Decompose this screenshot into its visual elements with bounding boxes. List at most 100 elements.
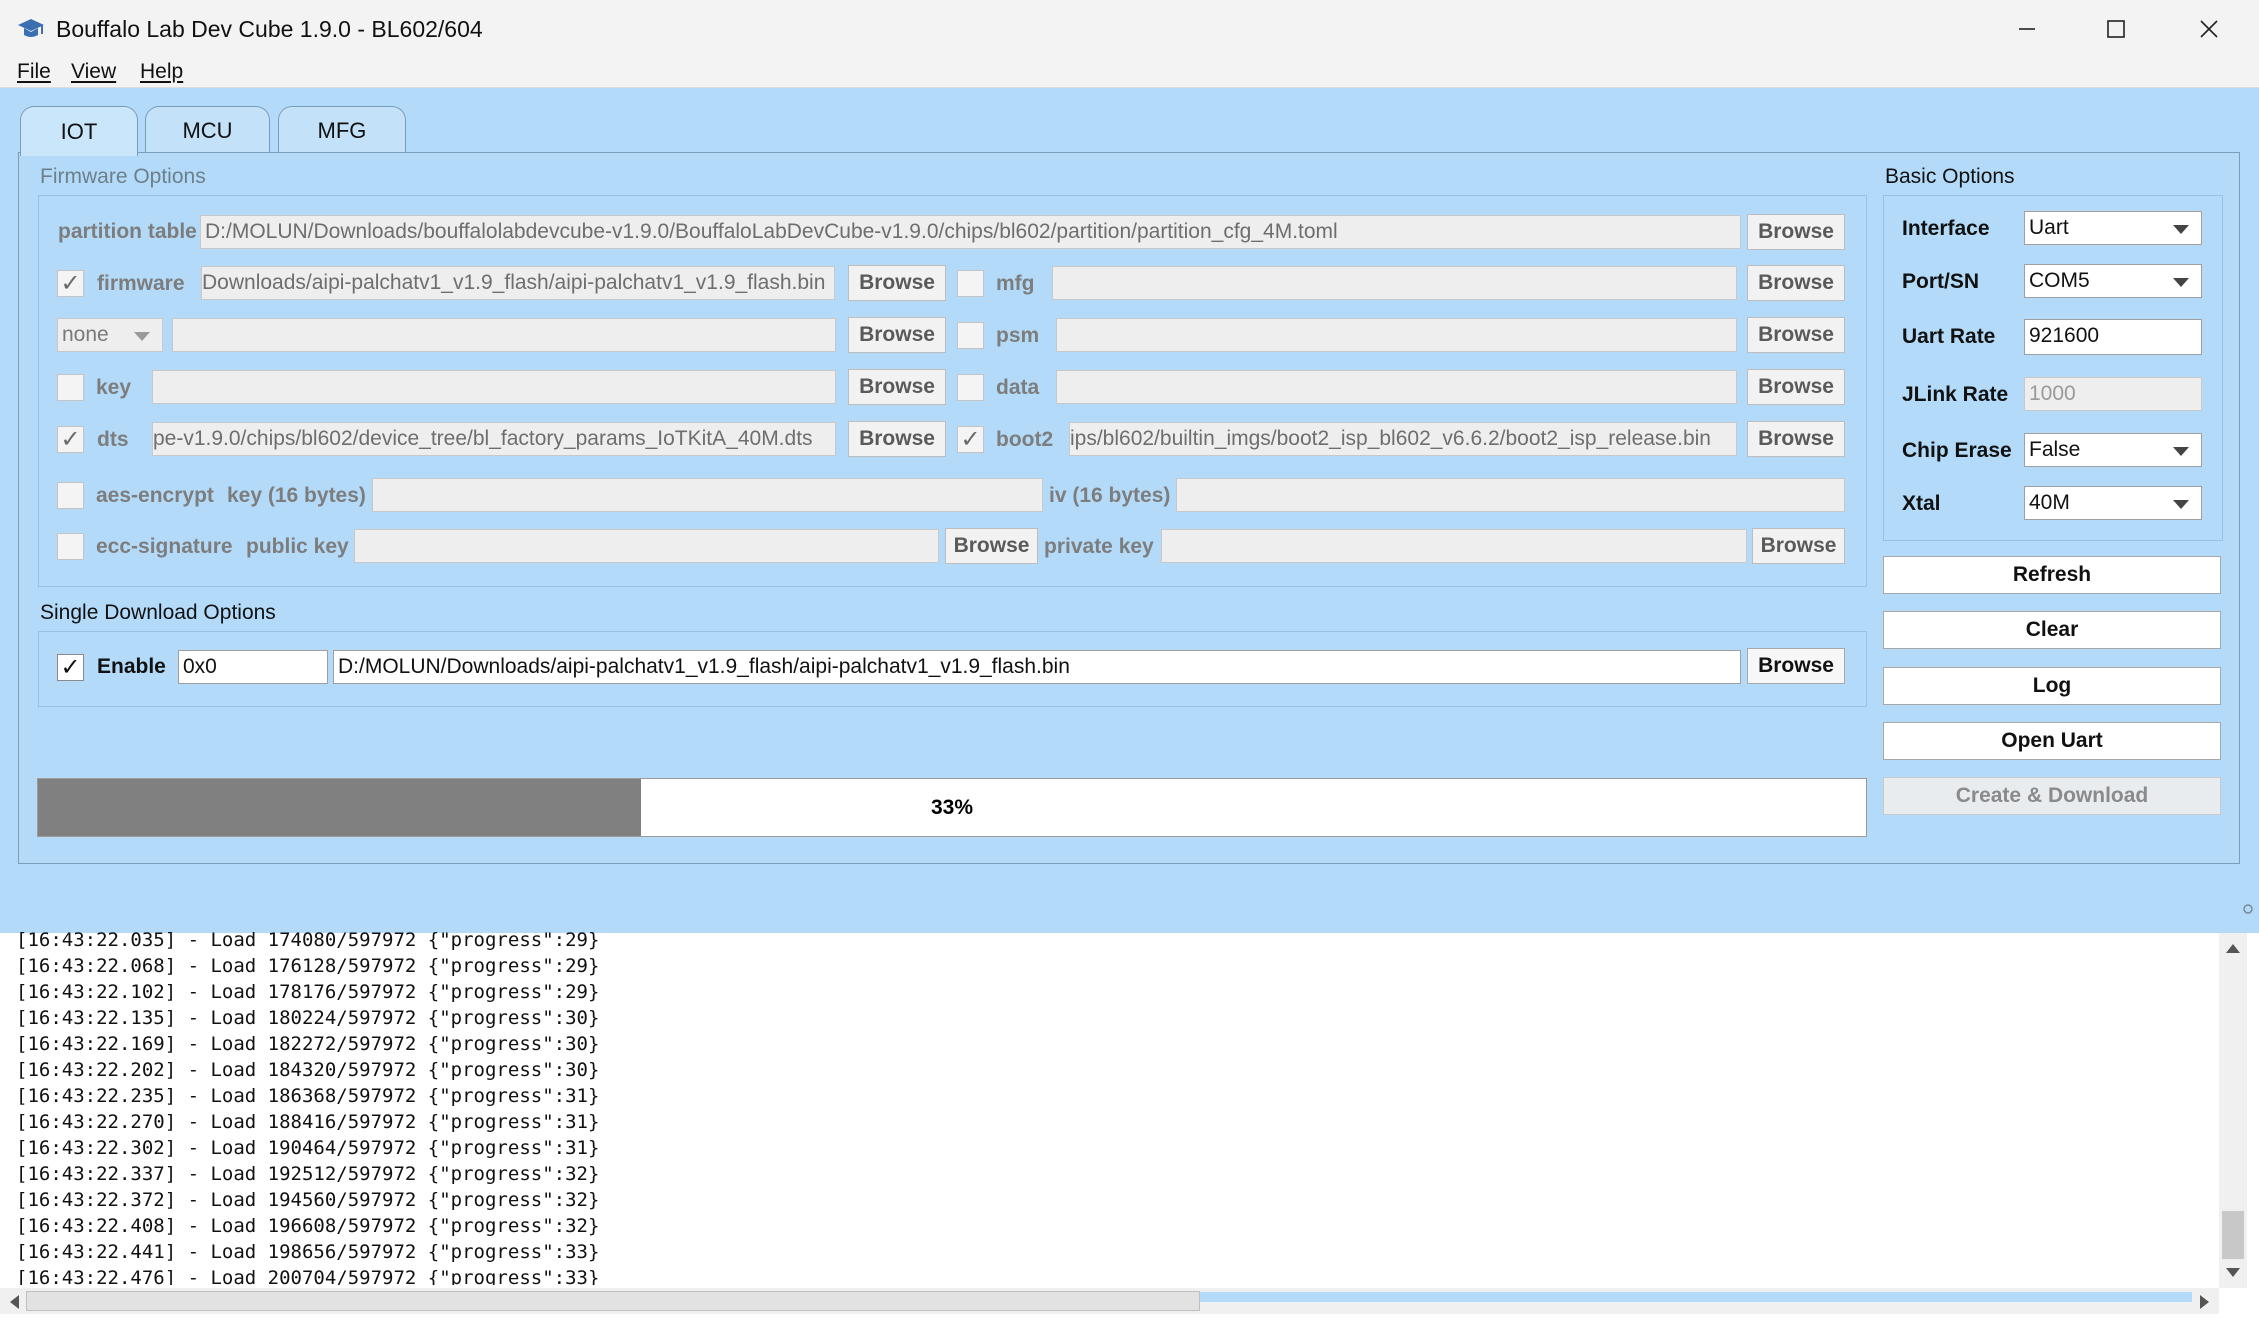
firmware-browse-button[interactable]: Browse xyxy=(848,265,946,301)
chevron-down-icon xyxy=(2173,225,2189,234)
basic-options-title: Basic Options xyxy=(1885,165,2015,188)
ecc-signature-label: ecc-signature xyxy=(96,535,233,558)
close-icon xyxy=(2200,20,2218,38)
chevron-down-icon xyxy=(2173,447,2189,456)
partition-table-browse-button[interactable]: Browse xyxy=(1747,214,1845,250)
image-browse-button[interactable]: Browse xyxy=(848,317,946,353)
private-key-browse-button[interactable]: Browse xyxy=(1752,528,1845,564)
firmware-checkbox[interactable]: ✓ xyxy=(57,270,84,297)
chip-erase-label: Chip Erase xyxy=(1902,439,2012,462)
data-checkbox[interactable] xyxy=(957,374,984,401)
key-path-field[interactable] xyxy=(152,370,836,404)
scroll-right-icon[interactable] xyxy=(2199,1294,2211,1315)
uart-rate-field[interactable]: 921600 xyxy=(2024,319,2202,355)
xtal-value: 40M xyxy=(2029,491,2070,514)
log-line: [16:43:22.235] - Load 186368/597972 {"pr… xyxy=(16,1085,600,1107)
single-download-address-field[interactable]: 0x0 xyxy=(178,650,328,684)
minimize-button[interactable] xyxy=(1981,0,2073,58)
dts-browse-button[interactable]: Browse xyxy=(848,421,946,457)
close-button[interactable] xyxy=(2163,0,2255,58)
partition-table-path-field[interactable]: D:/MOLUN/Downloads/bouffalolabdevcube-v1… xyxy=(200,215,1741,249)
aes-iv-field[interactable] xyxy=(1176,478,1845,512)
data-path-field[interactable] xyxy=(1056,370,1737,404)
tab-iot[interactable]: IOT xyxy=(20,106,138,156)
key-browse-button[interactable]: Browse xyxy=(848,369,946,405)
boot2-checkbox[interactable]: ✓ xyxy=(957,426,984,453)
boot2-label: boot2 xyxy=(996,428,1054,451)
key-checkbox[interactable] xyxy=(57,374,84,401)
interface-select[interactable]: Uart xyxy=(2024,211,2202,245)
firmware-path-field[interactable]: Downloads/aipi-palchatv1_v1.9_flash/aipi… xyxy=(201,266,835,300)
log-horizontal-scrollbar[interactable] xyxy=(0,1288,2219,1314)
port-sn-label: Port/SN xyxy=(1902,270,1980,293)
mfg-path-field[interactable] xyxy=(1052,266,1737,300)
scroll-track-highlight xyxy=(1200,1292,2192,1302)
clear-button[interactable]: Clear xyxy=(1883,611,2221,649)
chip-erase-value: False xyxy=(2029,438,2081,461)
resize-grip-icon[interactable] xyxy=(2242,902,2254,914)
aes-iv-label: iv (16 bytes) xyxy=(1049,484,1171,507)
psm-browse-button[interactable]: Browse xyxy=(1747,317,1845,353)
progress-percent-text: 33% xyxy=(930,795,974,819)
tab-mfg[interactable]: MFG xyxy=(278,106,406,154)
boot2-path-field[interactable]: ips/bl602/builtin_imgs/boot2_isp_bl602_v… xyxy=(1069,422,1737,456)
create-download-button[interactable]: Create & Download xyxy=(1883,777,2221,815)
maximize-button[interactable] xyxy=(2070,0,2162,58)
boot2-browse-button[interactable]: Browse xyxy=(1747,421,1845,457)
log-horizontal-scroll-thumb[interactable] xyxy=(26,1291,1200,1311)
image-path-field[interactable] xyxy=(172,318,836,352)
download-progress-bar: 33% xyxy=(37,778,1867,837)
log-line: [16:43:22.135] - Load 180224/597972 {"pr… xyxy=(16,1007,600,1029)
aes-encrypt-label: aes-encrypt xyxy=(96,484,214,507)
log-line: [16:43:22.337] - Load 192512/597972 {"pr… xyxy=(16,1163,600,1185)
port-sn-value: COM5 xyxy=(2029,269,2090,292)
maximize-icon xyxy=(2107,20,2125,38)
single-download-browse-button[interactable]: Browse xyxy=(1747,648,1845,684)
partition-table-label: partition table xyxy=(58,220,197,243)
psm-path-field[interactable] xyxy=(1056,318,1737,352)
log-vertical-scrollbar[interactable] xyxy=(2219,933,2247,1288)
scroll-down-icon[interactable] xyxy=(2225,1266,2241,1284)
mfg-label: mfg xyxy=(996,272,1035,295)
xtal-select[interactable]: 40M xyxy=(2024,486,2202,520)
ecc-signature-checkbox[interactable] xyxy=(57,533,84,560)
single-download-enable-checkbox[interactable]: ✓ xyxy=(57,654,84,681)
psm-checkbox[interactable] xyxy=(957,322,984,349)
log-line: [16:43:22.441] - Load 198656/597972 {"pr… xyxy=(16,1241,600,1263)
scroll-up-icon[interactable] xyxy=(2225,941,2241,959)
public-key-field[interactable] xyxy=(354,529,939,563)
scroll-left-icon[interactable] xyxy=(8,1294,20,1315)
jlink-rate-field[interactable]: 1000 xyxy=(2024,377,2202,411)
port-sn-select[interactable]: COM5 xyxy=(2024,264,2202,298)
chevron-down-icon xyxy=(134,332,150,341)
private-key-label: private key xyxy=(1044,535,1154,558)
dts-path-field[interactable]: pe-v1.9.0/chips/bl602/device_tree/bl_fac… xyxy=(152,422,836,456)
menu-view[interactable]: View xyxy=(71,59,116,85)
mfg-browse-button[interactable]: Browse xyxy=(1747,265,1845,301)
log-line: [16:43:22.476] - Load 200704/597972 {"pr… xyxy=(16,1267,600,1285)
data-browse-button[interactable]: Browse xyxy=(1747,369,1845,405)
menu-help[interactable]: Help xyxy=(140,59,183,85)
key-label: key xyxy=(96,376,132,399)
window-title: Bouffalo Lab Dev Cube 1.9.0 - BL602/604 xyxy=(56,16,483,42)
single-download-path-field[interactable]: D:/MOLUN/Downloads/aipi-palchatv1_v1.9_f… xyxy=(333,650,1741,684)
menu-file[interactable]: File xyxy=(17,59,51,85)
mfg-checkbox[interactable] xyxy=(957,270,984,297)
uart-rate-label: Uart Rate xyxy=(1902,325,1996,348)
refresh-button[interactable]: Refresh xyxy=(1883,556,2221,594)
chip-erase-select[interactable]: False xyxy=(2024,433,2202,467)
tab-mcu[interactable]: MCU xyxy=(145,106,270,154)
log-text[interactable]: [16:43:22.035] - Load 174080/597972 {"pr… xyxy=(16,927,2216,1285)
dts-checkbox[interactable]: ✓ xyxy=(57,426,84,453)
data-label: data xyxy=(996,376,1040,399)
aes-encrypt-checkbox[interactable] xyxy=(57,482,84,509)
aes-key-field[interactable] xyxy=(372,478,1043,512)
private-key-field[interactable] xyxy=(1161,529,1747,563)
log-button[interactable]: Log xyxy=(1883,667,2221,705)
chevron-down-icon xyxy=(2173,278,2189,287)
public-key-browse-button[interactable]: Browse xyxy=(945,528,1038,564)
log-vertical-scroll-thumb[interactable] xyxy=(2222,1211,2244,1259)
image-type-select[interactable]: none xyxy=(57,318,163,352)
minimize-icon xyxy=(2019,28,2035,30)
open-uart-button[interactable]: Open Uart xyxy=(1883,722,2221,760)
